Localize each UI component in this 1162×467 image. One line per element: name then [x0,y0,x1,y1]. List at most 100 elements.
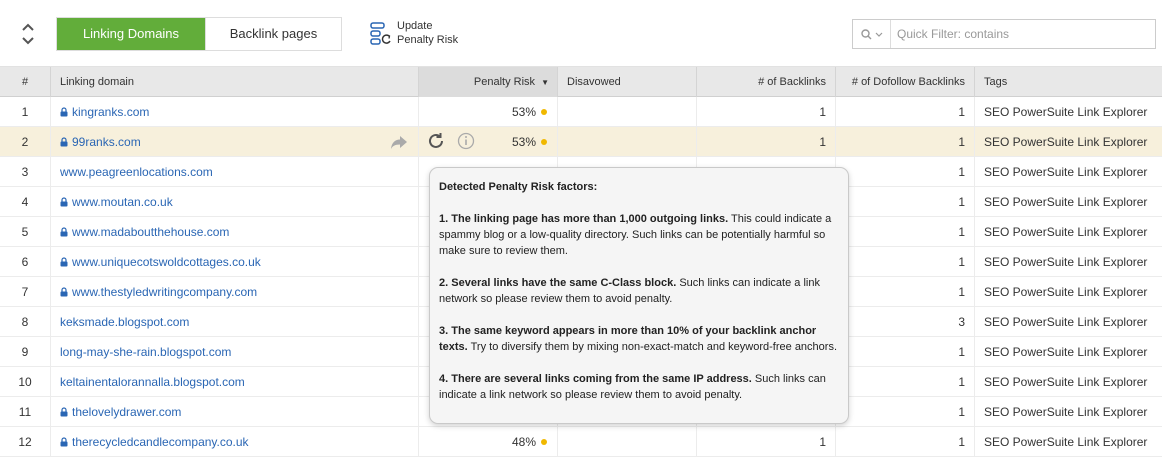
penalty-risk-value: 48% [511,435,536,449]
domain-text: www.moutan.co.uk [72,195,173,209]
tooltip-title: Detected Penalty Risk factors: [439,181,598,193]
dofollow-cell: 1 [836,397,975,427]
refresh-icon[interactable] [427,132,445,150]
risk-dot-icon [541,139,547,145]
quick-filter-input[interactable] [891,20,1155,48]
domain-text: www.thestyledwritingcompany.com [72,285,258,299]
col-disavowed[interactable]: Disavowed [558,67,697,97]
row-number: 8 [0,307,51,337]
tab-backlink-pages[interactable]: Backlink pages [205,18,341,50]
tags-cell: SEO PowerSuite Link Explorer [984,255,1148,269]
linking-domain-link[interactable]: thelovelydrawer.com [51,397,419,427]
linking-domain-link[interactable]: www.moutan.co.uk [51,187,419,217]
tab-linking-domains[interactable]: Linking Domains [57,18,205,50]
lock-icon [60,137,68,147]
linking-domain-link[interactable]: www.madaboutthehouse.com [51,217,419,247]
row-number: 10 [0,367,51,397]
domain-text: therecycledcandlecompany.co.uk [72,435,249,449]
tags-cell: SEO PowerSuite Link Explorer [984,375,1148,389]
quick-filter [852,19,1156,49]
table-row[interactable]: 2 99ranks.com 53% 1 1 SEO PowerSuite Link Exp… [0,127,1162,157]
linking-domain-link[interactable]: therecycledcandlecompany.co.uk [51,427,419,457]
table-header: # Linking domain Penalty Risk ▼ Disavowe… [0,67,1162,97]
col-number[interactable]: # [0,67,51,97]
row-number: 5 [0,217,51,247]
penalty-risk-value: 53% [511,105,536,119]
linking-domain-link[interactable]: www.uniquecotswoldcottages.co.uk [51,247,419,277]
row-number: 7 [0,277,51,307]
tags-cell: SEO PowerSuite Link Explorer [984,285,1148,299]
dofollow-cell: 1 [836,157,975,187]
tags-cell: SEO PowerSuite Link Explorer [984,435,1148,449]
sort-toggle-icon[interactable] [18,20,38,48]
toolbar: Linking Domains Backlink pages Update Pe… [0,0,1162,67]
chevron-down-icon [875,32,882,37]
table-row[interactable]: 12 therecycledcandlecompany.co.uk 48% 1 1 SEO… [0,427,1162,457]
view-tabs: Linking Domains Backlink pages [56,17,342,51]
tags-cell: SEO PowerSuite Link Explorer [984,405,1148,419]
row-number: 12 [0,427,51,457]
sort-desc-icon: ▼ [541,78,549,87]
col-penalty-risk[interactable]: Penalty Risk ▼ [419,67,558,97]
disavowed-cell [558,127,697,157]
linking-domain-link[interactable]: keksmade.blogspot.com [51,307,419,337]
dofollow-cell: 3 [836,307,975,337]
search-icon [860,28,871,39]
row-number: 4 [0,187,51,217]
update-penalty-icon [370,22,391,45]
disavowed-cell [558,97,697,127]
domain-text: long-may-she-rain.blogspot.com [60,345,232,359]
risk-dot-icon [541,109,547,115]
col-dofollow-backlinks[interactable]: # of Dofollow Backlinks [836,67,975,97]
table-row[interactable]: 1 kingranks.com 53% 1 1 SEO PowerSuite Link E… [0,97,1162,127]
penalty-risk-tooltip: Detected Penalty Risk factors: 1. The li… [429,167,849,424]
backlinks-cell: 1 [697,427,836,457]
domain-text: www.peagreenlocations.com [60,165,213,179]
lock-icon [60,227,68,237]
col-tags[interactable]: Tags [975,67,1162,97]
penalty-risk-value: 53% [511,135,536,149]
tooltip-factor-4: 4. There are several links coming from t… [439,373,826,401]
risk-dot-icon [541,439,547,445]
disavowed-cell [558,427,697,457]
linking-domain-link[interactable]: www.thestyledwritingcompany.com [51,277,419,307]
penalty-risk-cell: 48% [419,427,558,457]
tags-cell: SEO PowerSuite Link Explorer [984,105,1148,119]
dofollow-cell: 1 [836,427,975,457]
lock-icon [60,197,68,207]
filter-mode-dropdown[interactable] [853,20,891,48]
tooltip-factor-2: 2. Several links have the same C-Class b… [439,277,820,305]
row-number: 11 [0,397,51,427]
linking-domain-link[interactable]: keltainentalorannalla.blogspot.com [51,367,419,397]
linking-domain-link[interactable]: kingranks.com [51,97,419,127]
dofollow-cell: 1 [836,337,975,367]
col-backlinks[interactable]: # of Backlinks [697,67,836,97]
linking-domain-link[interactable]: long-may-she-rain.blogspot.com [51,337,419,367]
tags-cell: SEO PowerSuite Link Explorer [984,135,1148,149]
col-linking-domain[interactable]: Linking domain [51,67,419,97]
linking-domain-link[interactable]: 99ranks.com [51,127,419,157]
linking-domain-link[interactable]: www.peagreenlocations.com [51,157,419,187]
dofollow-cell: 1 [836,277,975,307]
row-number: 3 [0,157,51,187]
dofollow-cell: 1 [836,187,975,217]
update-penalty-risk-button[interactable]: Update Penalty Risk [370,19,458,48]
tooltip-factor-1: 1. The linking page has more than 1,000 … [439,213,832,257]
tags-cell: SEO PowerSuite Link Explorer [984,165,1148,179]
dofollow-cell: 1 [836,367,975,397]
lock-icon [60,407,68,417]
dofollow-cell: 1 [836,127,975,157]
share-icon[interactable] [390,134,408,150]
info-icon[interactable] [457,132,475,150]
tags-cell: SEO PowerSuite Link Explorer [984,345,1148,359]
tooltip-factor-3: 3. The same keyword appears in more than… [439,325,838,353]
row-number: 9 [0,337,51,367]
domain-text: www.madaboutthehouse.com [72,225,230,239]
row-number: 1 [0,97,51,127]
row-number: 2 [0,127,51,157]
row-number: 6 [0,247,51,277]
domain-text: keksmade.blogspot.com [60,315,190,329]
update-label-line2: Penalty Risk [397,34,459,46]
domain-text: kingranks.com [72,105,150,119]
backlinks-cell: 1 [697,97,836,127]
